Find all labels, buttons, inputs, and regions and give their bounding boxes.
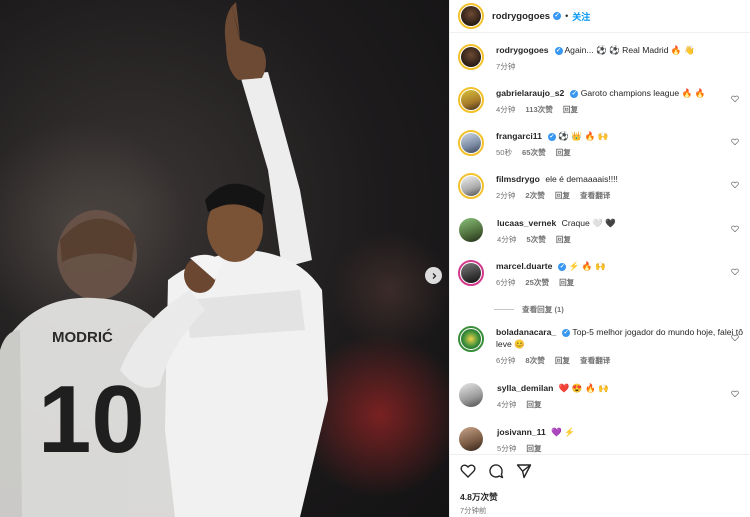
view-replies-label: 查看回复 (1) <box>522 305 564 314</box>
verified-icon: ✓ <box>570 89 579 98</box>
comment-text: ⚡ 🔥 🙌 <box>568 261 606 271</box>
avatar[interactable] <box>459 218 483 242</box>
jersey-name: MODRIĆ <box>52 328 113 346</box>
comment-text: 💜 ⚡ <box>551 427 575 437</box>
comment-username[interactable]: josivann_11 <box>497 427 546 437</box>
list-item: boladanacara_ ✓ Top-5 melhor jogador do m… <box>458 326 743 367</box>
comment-username[interactable]: boladanacara_ <box>496 327 556 337</box>
comment-likes[interactable]: 65次赞 <box>522 147 546 159</box>
reply-button[interactable]: 回复 <box>555 190 570 202</box>
comment-username[interactable]: rodrygogoes <box>496 45 549 55</box>
comment-time: 2分钟 <box>496 191 516 200</box>
comment-text: ⚽ 👑 🔥 🙌 <box>558 131 609 141</box>
post-footer: 4.8万次赞 7分钟前 <box>450 454 750 517</box>
heart-icon[interactable] <box>731 225 739 233</box>
comment-username[interactable]: sylla_demilan <box>497 383 553 393</box>
post-header: rodrygogoes ✓ • 关注 <box>450 0 750 33</box>
avatar[interactable] <box>458 326 484 352</box>
verified-icon: ✓ <box>562 328 571 337</box>
reply-button[interactable]: 回复 <box>526 443 541 454</box>
comment-time: 4分钟 <box>497 235 517 244</box>
jersey-number: 10 <box>38 366 145 473</box>
next-photo-button[interactable] <box>425 267 442 284</box>
reply-button[interactable]: 回复 <box>555 355 570 367</box>
comment-time: 50秒 <box>496 148 513 157</box>
comment-likes[interactable]: 5次赞 <box>526 234 545 246</box>
verified-icon: ✓ <box>554 46 563 55</box>
avatar[interactable] <box>458 44 484 70</box>
avatar[interactable] <box>458 3 484 29</box>
list-item: gabrielaraujo_s2 ✓ Garoto champions leagu… <box>458 87 743 116</box>
view-replies-button[interactable]: 查看回复 (1) <box>494 304 564 315</box>
header-username[interactable]: rodrygogoes <box>492 11 550 22</box>
verified-icon: ✓ <box>558 262 567 271</box>
comment-list[interactable]: rodrygogoes ✓ Again... ⚽ ⚽ Real Madrid 🔥 … <box>450 34 750 454</box>
avatar[interactable] <box>458 87 484 113</box>
comment-likes[interactable]: 2次赞 <box>525 190 544 202</box>
comment-time: 4分钟 <box>497 400 517 409</box>
heart-icon[interactable] <box>731 95 739 103</box>
share-icon[interactable] <box>516 463 532 479</box>
avatar[interactable] <box>458 173 484 199</box>
post-photo: MODRIĆ 10 <box>0 0 449 517</box>
comment-username[interactable]: frangarci11 <box>496 131 542 141</box>
comment-likes[interactable]: 8次赞 <box>525 355 544 367</box>
comment-time: 6分钟 <box>496 356 516 365</box>
chevron-right-icon <box>432 272 436 279</box>
reply-button[interactable]: 回复 <box>556 234 571 246</box>
comment-time: 5分钟 <box>497 444 517 453</box>
avatar[interactable] <box>459 427 483 451</box>
comment-text: Again... ⚽ ⚽ Real Madrid 🔥 👋 <box>564 45 695 55</box>
heart-icon[interactable] <box>731 268 739 276</box>
heart-icon[interactable] <box>460 463 476 479</box>
follow-button[interactable]: 关注 <box>572 10 590 23</box>
list-item: sylla_demilan ❤️ 😍 🔥 🙌 4分钟 回复 <box>458 382 743 411</box>
comment-text: Craque 🤍 🖤 <box>561 218 617 228</box>
separator-dot: • <box>565 11 569 21</box>
comment-likes[interactable]: 25次赞 <box>525 277 549 289</box>
translate-button[interactable]: 查看翻译 <box>580 190 610 202</box>
heart-icon[interactable] <box>731 390 739 398</box>
comment-time: 4分钟 <box>496 105 516 114</box>
heart-icon[interactable] <box>731 138 739 146</box>
comment-icon[interactable] <box>488 463 504 479</box>
translate-button[interactable]: 查看翻译 <box>580 355 610 367</box>
verified-icon: ✓ <box>553 12 562 20</box>
comment-time: 7分钟 <box>496 62 516 71</box>
verified-icon: ✓ <box>547 132 556 141</box>
heart-icon[interactable] <box>731 181 739 189</box>
reply-button[interactable]: 回复 <box>563 104 578 116</box>
avatar[interactable] <box>458 260 484 286</box>
list-item: frangarci11 ✓ ⚽ 👑 🔥 🙌 50秒 65次赞 回复 <box>458 130 743 159</box>
likes-count[interactable]: 4.8万次赞 <box>460 491 498 503</box>
comment-username[interactable]: marcel.duarte <box>496 261 552 271</box>
comment-text: ele é demaaaais!!!! <box>545 174 618 184</box>
comment-username[interactable]: lucaas_vernek <box>497 218 556 228</box>
comment-text: ❤️ 😍 🔥 🙌 <box>558 383 609 393</box>
avatar[interactable] <box>459 383 483 407</box>
list-item: josivann_11 💜 ⚡ 5分钟 回复 <box>458 426 743 454</box>
heart-icon[interactable] <box>731 334 739 342</box>
player-illustration: MODRIĆ 10 <box>0 2 328 517</box>
reply-button[interactable]: 回复 <box>526 399 541 411</box>
action-bar <box>460 463 532 479</box>
comment-text: Garoto champions league 🔥 🔥 <box>580 88 706 98</box>
caption: rodrygogoes ✓ Again... ⚽ ⚽ Real Madrid 🔥 … <box>458 44 743 73</box>
comment-username[interactable]: filmsdrygo <box>496 174 540 184</box>
avatar[interactable] <box>458 130 484 156</box>
comment-time: 6分钟 <box>496 278 516 287</box>
comment-likes[interactable]: 113次赞 <box>525 104 552 116</box>
post-side-panel: rodrygogoes ✓ • 关注 rodrygogoes ✓ Again...… <box>449 0 750 517</box>
comment-username[interactable]: gabrielaraujo_s2 <box>496 88 564 98</box>
list-item: marcel.duarte ✓ ⚡ 🔥 🙌 6分钟 25次赞 回复 <box>458 260 743 289</box>
post-time: 7分钟前 <box>460 506 487 515</box>
list-item: filmsdrygo ele é demaaaais!!!! 2分钟 2次赞 回… <box>458 173 743 202</box>
list-item: lucaas_vernek Craque 🤍 🖤 4分钟 5次赞 回复 <box>458 217 743 246</box>
reply-button[interactable]: 回复 <box>559 277 574 289</box>
reply-button[interactable]: 回复 <box>556 147 571 159</box>
